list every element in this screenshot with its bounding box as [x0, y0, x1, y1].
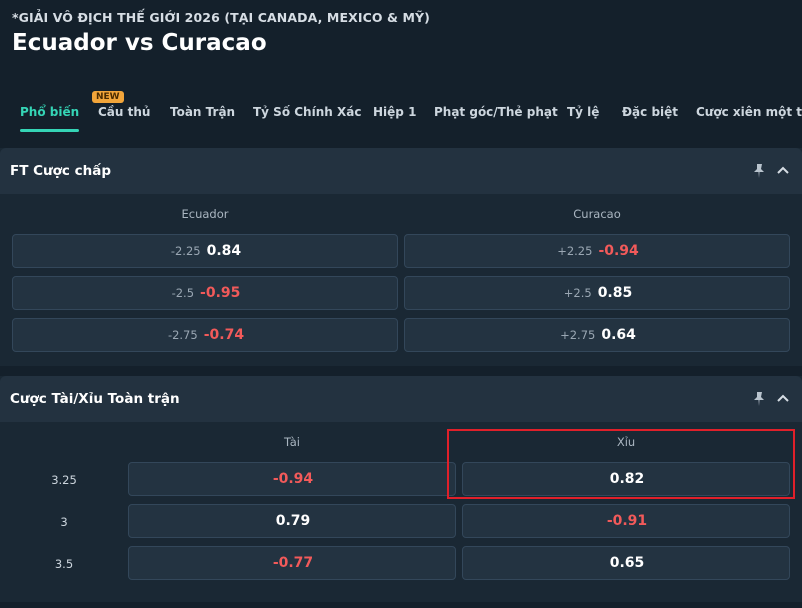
handicap-header[interactable]: FT Cược chấp — [0, 148, 802, 194]
home-team-label: Ecuador — [181, 207, 229, 221]
total-line: 3.5 — [54, 557, 74, 571]
handicap-line: -2.25 — [170, 244, 201, 258]
handicap-line: -2.5 — [171, 286, 195, 300]
home-odds-button[interactable]: -2.5 -0.95 — [12, 276, 398, 310]
tab-full-match[interactable]: Toàn Trận — [170, 105, 235, 119]
handicap-line: +2.5 — [563, 286, 592, 300]
tab-first-half[interactable]: Hiệp 1 — [373, 105, 416, 119]
tab-odds[interactable]: Tỷ lệ — [567, 105, 599, 119]
tab-corners-cards[interactable]: Phạt góc/Thẻ phạt — [434, 105, 558, 119]
match-title: Ecuador vs Curacao — [12, 30, 267, 56]
away-odds-button[interactable]: +2.25 -0.94 — [404, 234, 790, 268]
total-line: 3 — [60, 515, 68, 529]
over-label: Tài — [284, 435, 300, 449]
odds-value: 0.64 — [601, 327, 636, 343]
chevron-up-icon[interactable] — [774, 390, 792, 408]
handicap-title: FT Cược chấp — [10, 163, 112, 179]
over-under-section: Cược Tài/Xỉu Toàn trận Tài Xỉu 3.25 -0.9… — [0, 376, 802, 602]
league-name: *GIẢI VÔ ĐỊCH THẾ GIỚI 2026 (TẠI CANADA,… — [12, 10, 430, 25]
odds-value: -0.91 — [606, 513, 648, 529]
under-odds-button[interactable]: 0.82 — [462, 462, 790, 496]
market-tabs: Phổ biến Cầu thủ Toàn Trận Tỷ Số Chính X… — [0, 98, 802, 138]
away-odds-button[interactable]: +2.5 0.85 — [404, 276, 790, 310]
over-under-header[interactable]: Cược Tài/Xỉu Toàn trận — [0, 376, 802, 422]
away-odds-button[interactable]: +2.75 0.64 — [404, 318, 790, 352]
pin-icon[interactable] — [750, 390, 768, 408]
odds-value: -0.95 — [200, 285, 241, 301]
under-odds-button[interactable]: 0.65 — [462, 546, 790, 580]
odds-value: 0.82 — [609, 471, 645, 487]
odds-value: 0.65 — [609, 555, 645, 571]
odds-value: -0.77 — [272, 555, 314, 571]
total-line: 3.25 — [51, 473, 77, 487]
handicap-line: +2.75 — [560, 328, 596, 342]
handicap-line: -2.75 — [167, 328, 198, 342]
under-label: Xỉu — [616, 435, 636, 449]
odds-value: -0.74 — [203, 327, 245, 343]
handicap-line: +2.25 — [557, 244, 593, 258]
tab-popular[interactable]: Phổ biến — [20, 105, 80, 132]
away-team-label: Curacao — [573, 207, 621, 221]
over-under-title: Cược Tài/Xỉu Toàn trận — [10, 391, 180, 407]
tab-correct-score[interactable]: Tỷ Số Chính Xác — [253, 105, 361, 119]
over-odds-button[interactable]: -0.94 — [128, 462, 456, 496]
pin-icon[interactable] — [750, 162, 768, 180]
over-odds-button[interactable]: -0.77 — [128, 546, 456, 580]
under-odds-button[interactable]: -0.91 — [462, 504, 790, 538]
odds-value: -0.94 — [598, 243, 639, 259]
over-odds-button[interactable]: 0.79 — [128, 504, 456, 538]
odds-value: 0.84 — [206, 243, 242, 259]
home-odds-button[interactable]: -2.25 0.84 — [12, 234, 398, 268]
tab-same-game-parlay[interactable]: Cược xiên một trận — [696, 105, 802, 119]
chevron-up-icon[interactable] — [774, 162, 792, 180]
tab-players[interactable]: Cầu thủ — [98, 105, 150, 119]
tab-specials[interactable]: Đặc biệt — [622, 105, 678, 119]
handicap-section: FT Cược chấp Ecuador Curacao -2.25 0.84 … — [0, 148, 802, 366]
odds-value: 0.79 — [275, 513, 311, 529]
home-odds-button[interactable]: -2.75 -0.74 — [12, 318, 398, 352]
odds-value: -0.94 — [272, 471, 314, 487]
odds-value: 0.85 — [597, 285, 633, 301]
